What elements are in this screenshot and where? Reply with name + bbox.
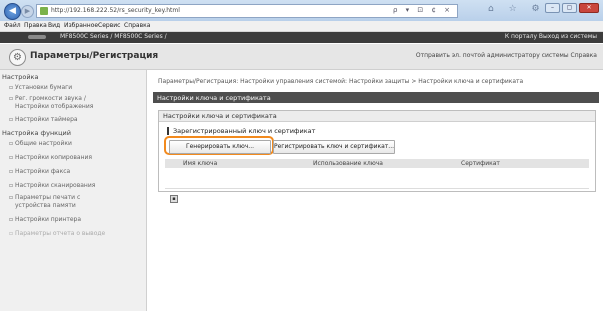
address-text[interactable]: http://192.168.222.52/rs_security_key.ht… <box>51 7 180 14</box>
device-model: MF8500C Series / MF8500C Series / <box>60 33 167 40</box>
column-key-name: Имя ключа <box>183 160 218 167</box>
sidebar-item-printer[interactable]: ▫ Настройки принтера <box>9 216 81 224</box>
sidebar-item-general[interactable]: ▫ Общие настройки <box>9 140 72 148</box>
browser-menubar: Файл Правка Вид Избранное Сервис Справка <box>0 21 603 32</box>
minimize-button[interactable]: – <box>545 3 560 13</box>
panel-header: Настройки ключа и сертификата <box>159 111 595 122</box>
sidebar-item-scan[interactable]: ▫ Настройки сканирования <box>9 182 95 190</box>
sidebar-item-paper[interactable]: ▫ Установки бумаги <box>9 84 72 92</box>
maximize-button[interactable]: ▢ <box>562 3 577 13</box>
menu-help[interactable]: Справка <box>124 22 150 29</box>
section-title: Настройки ключа и сертификата <box>157 94 271 102</box>
sidebar-group-settings[interactable]: Настройка <box>2 73 38 81</box>
browser-toolbar-icons[interactable]: ⌂ ☆ ⚙ <box>488 4 546 14</box>
back-icon[interactable]: ◀ <box>4 3 21 20</box>
forward-icon[interactable]: ▶ <box>21 5 34 18</box>
brand-logo <box>28 35 46 39</box>
window-controls: – ▢ ✕ <box>545 3 599 13</box>
sidebar-group-functions[interactable]: Настройка функций <box>2 129 71 137</box>
header-links[interactable]: Отправить эл. почтой администратору сист… <box>416 52 597 59</box>
page-title: Параметры/Регистрация <box>30 51 159 61</box>
sidebar-item-fax[interactable]: ▫ Настройки факса <box>9 168 70 176</box>
page-header: ⚙ Параметры/Регистрация Отправить эл. по… <box>0 44 603 70</box>
menu-file[interactable]: Файл <box>4 22 21 29</box>
menu-favorites[interactable]: Избранное <box>64 22 98 29</box>
key-cert-panel: Настройки ключа и сертификата Зарегистри… <box>158 110 596 192</box>
generate-key-button[interactable]: Генерировать ключ... <box>169 140 271 154</box>
sidebar: Настройка ▫ Установки бумаги ▫ Рег. громко… <box>0 70 147 311</box>
menu-view[interactable]: Вид <box>48 22 60 29</box>
address-tools[interactable]: ρ ▾ ⊡ ¢ × <box>393 6 453 14</box>
panel-title: Настройки ключа и сертификата <box>163 112 277 120</box>
column-key-usage: Использование ключа <box>313 160 383 167</box>
settings-gear-icon: ⚙ <box>9 49 26 66</box>
sidebar-item-copy[interactable]: ▫ Настройки копирования <box>9 154 92 162</box>
sidebar-item-volume-display[interactable]: ▫ Рег. громкости звука / Настройки отображ… <box>9 95 93 111</box>
address-bar[interactable]: http://192.168.222.52/rs_security_key.ht… <box>36 4 458 18</box>
close-button[interactable]: ✕ <box>579 3 599 13</box>
register-key-cert-button[interactable]: Регистрировать ключ и сертификат... <box>273 140 395 154</box>
breadcrumb[interactable]: Параметры/Регистрация: Настройки управле… <box>158 78 523 85</box>
page-scroll-icon[interactable]: ▪ <box>170 195 178 203</box>
site-icon <box>40 7 48 15</box>
registered-key-subheading: Зарегистрированный ключ и сертификат <box>167 127 315 135</box>
section-title-bar: Настройки ключа и сертификата <box>153 92 599 103</box>
browser-titlebar: ◀ ▶ http://192.168.222.52/rs_security_ke… <box>0 0 603 21</box>
key-table-header: Имя ключа Использование ключа Сертификат <box>165 159 589 168</box>
sidebar-item-memory-print[interactable]: ▫ Параметры печати с устройства памяти <box>9 194 80 210</box>
column-certificate: Сертификат <box>461 160 500 167</box>
portal-logout-links[interactable]: К порталу Выход из системы <box>505 33 597 40</box>
menu-tools[interactable]: Сервис <box>98 22 120 29</box>
sidebar-item-timer[interactable]: ▫ Настройки таймера <box>9 116 78 124</box>
sidebar-item-output-report[interactable]: ▫ Параметры отчета о выводе <box>9 230 105 238</box>
menu-edit[interactable]: Правка <box>24 22 47 29</box>
key-table-body <box>165 168 589 189</box>
device-bar: MF8500C Series / MF8500C Series / К порт… <box>0 32 603 43</box>
